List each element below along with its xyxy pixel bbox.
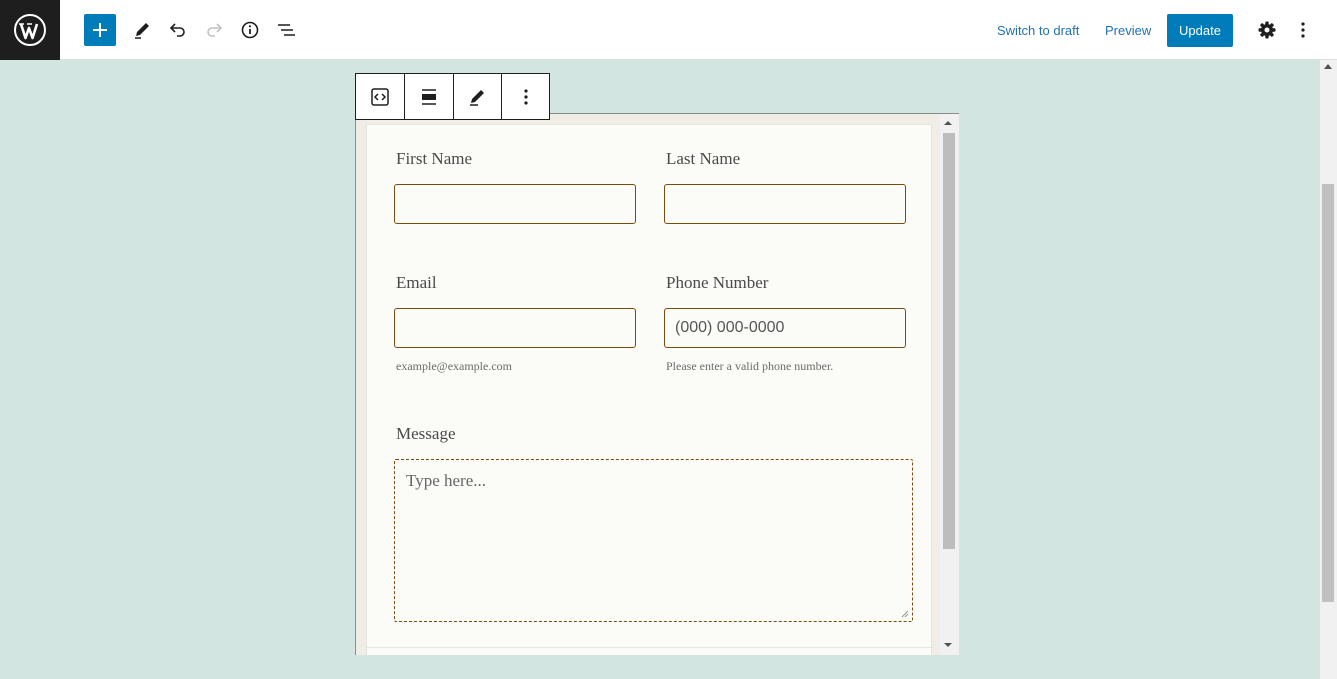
editor-header: Switch to draft Preview Update (0, 0, 1337, 60)
frame-scrollbar-thumb[interactable] (943, 133, 955, 549)
tools-button[interactable] (126, 14, 158, 46)
email-hint: example@example.com (396, 359, 513, 373)
list-view-button[interactable] (270, 14, 302, 46)
html-block-button[interactable] (356, 74, 405, 119)
list-view-icon (278, 24, 295, 36)
html-preview-frame: First Name Last Name Email example@examp… (355, 113, 959, 655)
first-name-label: First Name (396, 149, 473, 168)
more-icon (524, 88, 528, 105)
first-name-input[interactable] (394, 184, 636, 224)
code-icon (371, 87, 389, 106)
phone-number-input[interactable]: (000) 000-0000 (664, 308, 906, 348)
message-textarea[interactable]: Type here... (394, 459, 913, 622)
edit-icon (470, 89, 485, 106)
undo-button[interactable] (162, 14, 194, 46)
details-button[interactable] (234, 14, 266, 46)
plus-icon (93, 23, 107, 37)
contact-form: First Name Last Name Email example@examp… (366, 124, 933, 655)
phone-hint: Please enter a valid phone number. (666, 359, 834, 373)
frame-scrollbar[interactable] (940, 114, 959, 655)
redo-button[interactable] (198, 14, 230, 46)
block-toolbar (355, 73, 550, 120)
edit-html-button[interactable] (454, 74, 503, 119)
info-icon (241, 21, 259, 39)
scroll-up-arrow-icon[interactable] (1324, 64, 1332, 69)
scrollbar-thumb[interactable] (1322, 184, 1334, 602)
wordpress-logo[interactable] (0, 0, 60, 60)
last-name-label: Last Name (666, 149, 741, 168)
frame-scroll-down-icon[interactable] (944, 643, 952, 647)
frame-scroll-up-icon[interactable] (944, 121, 952, 125)
block-options-button[interactable] (502, 74, 549, 119)
pencil-icon (135, 23, 149, 39)
update-button[interactable]: Update (1167, 14, 1233, 47)
kebab-icon (1301, 22, 1305, 38)
divider (367, 647, 933, 648)
options-button[interactable] (1287, 14, 1319, 46)
message-placeholder: Type here... (406, 471, 486, 490)
undo-icon (169, 23, 185, 37)
gear-icon (1258, 21, 1276, 39)
resize-handle-icon[interactable] (901, 610, 909, 618)
email-input[interactable] (394, 308, 636, 348)
redo-icon (207, 23, 223, 37)
align-icon (421, 88, 436, 105)
preview-button[interactable]: Preview (1105, 18, 1151, 44)
wordpress-icon (14, 14, 46, 46)
last-name-input[interactable] (664, 184, 906, 224)
add-block-button[interactable] (84, 14, 116, 46)
settings-button[interactable] (1251, 14, 1283, 46)
message-label: Message (396, 424, 456, 443)
switch-to-draft-button[interactable]: Switch to draft (997, 18, 1079, 44)
email-label: Email (396, 273, 437, 292)
align-button[interactable] (405, 74, 454, 119)
phone-number-label: Phone Number (666, 273, 769, 292)
editor-scrollbar[interactable] (1320, 60, 1337, 679)
